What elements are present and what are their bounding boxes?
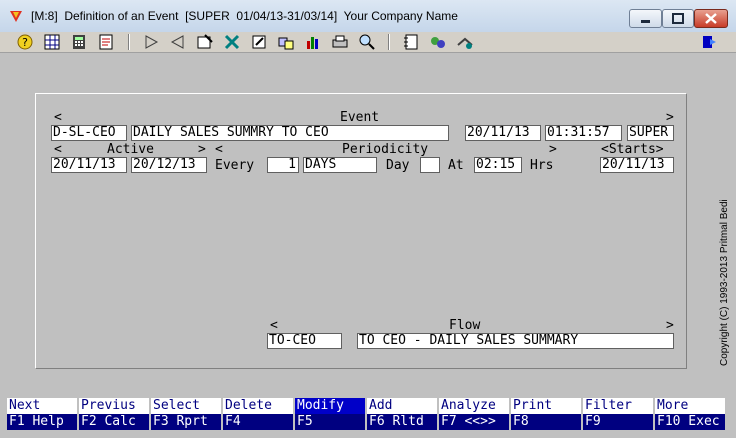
fkey-more[interactable]: More F10 Exec xyxy=(655,398,725,430)
fkey-delete[interactable]: Delete F4 xyxy=(223,398,293,430)
analyze-icon[interactable] xyxy=(429,33,447,51)
fkey-shortcut: F3 Rprt xyxy=(151,414,221,430)
window-title: [M:8] Definition of an Event [SUPER 01/0… xyxy=(31,9,458,23)
fkey-label: Modify xyxy=(295,398,365,414)
fkey-next[interactable]: Next F1 Help xyxy=(7,398,77,430)
fkey-label: Delete xyxy=(223,398,293,414)
fkey-shortcut: F4 xyxy=(223,414,293,430)
periodicity-unit-field[interactable]: DAYS xyxy=(303,157,377,173)
next-arrow-icon[interactable] xyxy=(142,33,160,51)
at-label: At xyxy=(448,158,464,173)
close-button[interactable] xyxy=(694,9,728,28)
fkey-shortcut: F1 Help xyxy=(7,414,77,430)
fkey-shortcut: F6 Rltd xyxy=(367,414,437,430)
active-section-label: Active xyxy=(107,142,154,157)
print-icon[interactable] xyxy=(331,33,349,51)
maximize-button[interactable] xyxy=(662,9,694,28)
active-left-arrow: < xyxy=(54,142,62,157)
every-value-field[interactable]: 1 xyxy=(267,157,299,173)
event-section-label: Event xyxy=(340,110,380,125)
fkey-label: Next xyxy=(7,398,77,414)
function-key-bar: Next F1 Help Previus F2 Calc Select F3 Rprt… xyxy=(0,398,736,430)
report-icon[interactable] xyxy=(97,33,115,51)
fkey-modify[interactable]: Modify F5 xyxy=(295,398,365,430)
copyright-text: Copyright (C) 1993-2013 Pritmal Bedi xyxy=(719,199,730,366)
calculator-icon[interactable] xyxy=(70,33,88,51)
event-left-arrow: < xyxy=(54,110,62,125)
minimize-icon xyxy=(641,20,650,23)
fkey-label: Analyze xyxy=(439,398,509,414)
help-icon[interactable]: ? xyxy=(16,33,34,51)
fkey-print[interactable]: Print F8 xyxy=(511,398,581,430)
maximize-icon xyxy=(672,13,684,24)
starts-field[interactable]: 20/11/13 xyxy=(600,157,674,173)
fkey-shortcut: F5 xyxy=(295,414,365,430)
fkey-label: Print xyxy=(511,398,581,414)
tools-icon[interactable] xyxy=(223,33,241,51)
fkey-label: More xyxy=(655,398,725,414)
fkey-shortcut: F7 <<>> xyxy=(439,414,509,430)
active-to-field[interactable]: 20/12/13 xyxy=(131,157,207,173)
fkey-shortcut: F2 Calc xyxy=(79,414,149,430)
event-code-field[interactable]: D-SL-CEO xyxy=(51,125,127,141)
close-icon xyxy=(705,13,717,24)
at-time-field[interactable]: 02:15 xyxy=(474,157,522,173)
fkey-select[interactable]: Select F3 Rprt xyxy=(151,398,221,430)
fkey-previous[interactable]: Previus F2 Calc xyxy=(79,398,149,430)
exit-icon[interactable] xyxy=(700,33,718,51)
fkey-analyze[interactable]: Analyze F7 <<>> xyxy=(439,398,509,430)
fkey-label: Select xyxy=(151,398,221,414)
event-user-field[interactable]: SUPER xyxy=(627,125,674,141)
fkey-shortcut: F8 xyxy=(511,414,581,430)
starts-section-label: <Starts> xyxy=(601,142,664,157)
flow-code-field[interactable]: TO-CEO xyxy=(267,333,342,349)
toolbar: ? xyxy=(0,32,736,53)
copyright-label: Copyright (C) 1993-2013 Pritmal Bedi xyxy=(719,199,730,366)
prev-arrow-icon[interactable] xyxy=(169,33,187,51)
event-description-field[interactable]: DAILY SALES SUMMRY TO CEO xyxy=(131,125,449,141)
flow-description-field[interactable]: TO CEO - DAILY SALES SUMMARY xyxy=(357,333,674,349)
flow-left-arrow: < xyxy=(270,318,278,333)
every-label: Every xyxy=(215,158,255,173)
search-icon[interactable] xyxy=(358,33,376,51)
active-from-field[interactable]: 20/11/13 xyxy=(51,157,127,173)
active-right-arrow: > xyxy=(198,142,206,157)
chart-icon[interactable] xyxy=(304,33,322,51)
flow-section-label: Flow xyxy=(449,318,481,333)
fkey-label: Filter xyxy=(583,398,653,414)
periodicity-left-arrow: < xyxy=(215,142,223,157)
fkey-label: Add xyxy=(367,398,437,414)
fkey-shortcut: F9 xyxy=(583,414,653,430)
settings-icon[interactable] xyxy=(456,33,474,51)
bottom-border xyxy=(0,430,736,438)
notes-icon[interactable] xyxy=(402,33,420,51)
day-value-field[interactable] xyxy=(420,157,440,173)
fkey-label: Previus xyxy=(79,398,149,414)
grid-icon[interactable] xyxy=(43,33,61,51)
fkey-add[interactable]: Add F6 Rltd xyxy=(367,398,437,430)
event-right-arrow: > xyxy=(666,110,674,125)
event-time-field[interactable]: 01:31:57 xyxy=(545,125,622,141)
edit-icon[interactable] xyxy=(250,33,268,51)
svg-text:?: ? xyxy=(22,36,28,49)
event-date-field[interactable]: 20/11/13 xyxy=(465,125,541,141)
hrs-label: Hrs xyxy=(530,158,554,173)
minimize-button[interactable] xyxy=(629,9,662,28)
app-logo-icon xyxy=(10,11,22,22)
periodicity-right-arrow: > xyxy=(549,142,557,157)
periodicity-section-label: Periodicity xyxy=(342,142,429,157)
flow-right-arrow: > xyxy=(666,318,674,333)
fkey-shortcut: F10 Exec xyxy=(655,414,725,430)
select-icon[interactable] xyxy=(196,33,214,51)
transfer-icon[interactable] xyxy=(277,33,295,51)
fkey-filter[interactable]: Filter F9 xyxy=(583,398,653,430)
day-label: Day xyxy=(386,158,410,173)
application-window: [M:8] Definition of an Event [SUPER 01/0… xyxy=(0,0,736,438)
title-bar: [M:8] Definition of an Event [SUPER 01/0… xyxy=(0,0,736,33)
